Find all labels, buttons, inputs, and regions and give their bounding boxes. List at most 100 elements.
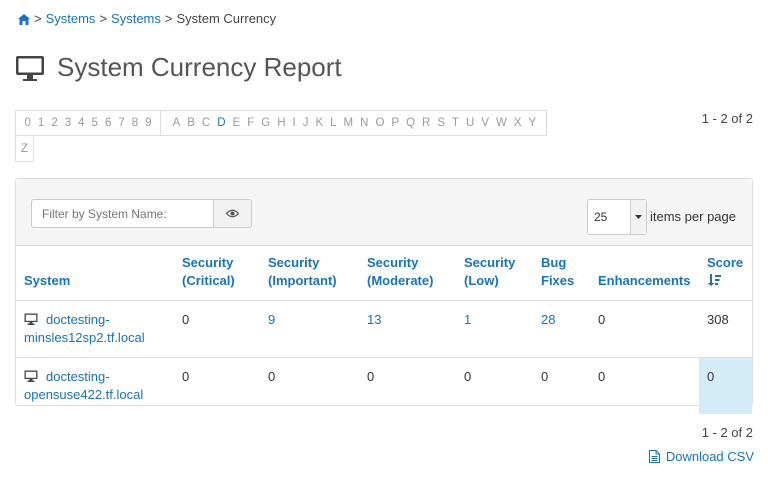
alpha-item: 1: [37, 117, 45, 129]
system-icon: [24, 370, 38, 382]
alpha-item: I: [292, 117, 296, 129]
breadcrumb-separator: >: [34, 11, 42, 26]
alpha-item: U: [466, 117, 475, 129]
alpha-item: T: [452, 117, 460, 129]
system-link[interactable]: doctesting-minsles12sp2.tf.local: [24, 312, 145, 345]
alpha-item: K: [315, 117, 324, 129]
alpha-item: O: [375, 117, 385, 129]
col-security-critical[interactable]: Security (Critical): [174, 246, 260, 301]
alpha-item: G: [261, 117, 271, 129]
page-header: System Currency Report: [15, 52, 342, 83]
currency-table: System Security (Critical) Security (Impor…: [16, 246, 752, 414]
system-link[interactable]: doctesting-opensuse422.tf.local: [24, 369, 143, 402]
important-cell: 0: [268, 369, 276, 384]
breadcrumb: > Systems > Systems > System Currency: [18, 11, 276, 26]
table-header-row: System Security (Critical) Security (Impor…: [16, 246, 752, 301]
critical-cell: 0: [174, 300, 260, 358]
enhancements-cell: 0: [590, 300, 699, 358]
alpha-item: H: [277, 117, 286, 129]
table-row: doctesting-minsles12sp2.tf.local 0 9 13 …: [16, 300, 752, 358]
items-per-page-select[interactable]: 25: [587, 199, 647, 235]
breadcrumb-systems-1[interactable]: Systems: [46, 11, 96, 26]
critical-cell: 0: [182, 369, 190, 384]
breadcrumb-separator: >: [99, 11, 108, 26]
enhancements-cell: 0: [598, 369, 606, 384]
letter-group: A B C D E F G H I J K L M N O P Q R S T …: [161, 110, 548, 136]
moderate-link[interactable]: 13: [367, 312, 381, 327]
alpha-item: C: [201, 117, 211, 129]
low-cell: 0: [464, 369, 472, 384]
col-enhancements[interactable]: Enhancements: [590, 246, 699, 301]
bug-cell: 28: [533, 300, 590, 358]
system-cell: doctesting-opensuse422.tf.local: [16, 358, 174, 415]
items-per-page-value: 25: [594, 210, 608, 224]
alpha-item: W: [496, 117, 507, 129]
items-per-page-label: items per page: [650, 209, 736, 224]
alpha-item: S: [437, 117, 445, 129]
alpha-item: Y: [528, 117, 537, 129]
chevron-down-icon: [630, 200, 646, 234]
digit-group: 0 1 2 3 4 5 6 7 8 9: [15, 110, 162, 136]
col-security-low[interactable]: Security (Low): [456, 246, 533, 301]
low-link[interactable]: 1: [464, 312, 471, 327]
bug-cell: 0: [541, 369, 549, 384]
alpha-item: 3: [64, 117, 72, 129]
csv-file-icon: [648, 450, 660, 463]
moderate-cell: 13: [359, 300, 456, 358]
alpha-item: N: [360, 117, 369, 129]
bug-link[interactable]: 28: [541, 312, 555, 327]
alpha-item: Q: [406, 117, 416, 129]
score-cell: 0: [699, 357, 752, 414]
eye-icon: [226, 209, 239, 218]
alpha-item: E: [232, 117, 241, 129]
alpha-item: P: [391, 117, 400, 129]
desktop-icon: [16, 55, 44, 81]
alpha-item: 4: [78, 117, 85, 129]
system-filter-input[interactable]: [31, 199, 213, 228]
alpha-item: V: [481, 117, 490, 129]
alpha-item: X: [513, 117, 522, 129]
alpha-link-d[interactable]: D: [217, 117, 225, 129]
col-system[interactable]: System: [16, 246, 174, 301]
alpha-item: 2: [51, 117, 58, 129]
pagination-summary-top: 1 - 2 of 2: [701, 111, 753, 126]
report-panel: 25 items per page System Security(Critic…: [15, 178, 753, 414]
filter-button[interactable]: [213, 199, 252, 228]
alpha-item: L: [330, 117, 337, 129]
moderate-cell: 0: [367, 369, 375, 384]
alpha-item: 5: [91, 117, 98, 129]
alpha-item: 7: [118, 117, 125, 129]
alpha-item: Z: [15, 136, 34, 162]
alpha-item: A: [172, 117, 181, 129]
alpha-item: 0: [24, 117, 31, 129]
score-cell: 308: [699, 300, 752, 358]
sort-descending-icon: [707, 274, 721, 286]
home-icon[interactable]: [18, 14, 30, 25]
col-score[interactable]: Score: [699, 246, 752, 301]
table-row: doctesting-opensuse422.tf.local 0 0 0 0 …: [16, 357, 752, 415]
col-security-moderate[interactable]: Security (Moderate): [359, 246, 456, 301]
alpha-item: 9: [145, 117, 152, 129]
breadcrumb-separator: >: [164, 11, 173, 26]
alpha-item: B: [187, 117, 195, 129]
pagination-summary-bottom: 1 - 2 of 2: [701, 425, 753, 440]
alpha-item: M: [343, 117, 354, 129]
alpha-item: R: [422, 117, 431, 129]
system-icon: [24, 313, 38, 325]
download-csv-label: Download CSV: [665, 449, 754, 464]
page-title: System Currency Report: [57, 52, 342, 82]
important-link[interactable]: 9: [268, 312, 275, 327]
alpha-item: 8: [131, 117, 139, 129]
breadcrumb-current: System Currency: [176, 11, 277, 26]
download-csv-link[interactable]: Download CSV: [648, 449, 754, 464]
alpha-item: F: [247, 117, 255, 129]
breadcrumb-systems-2[interactable]: Systems: [111, 11, 161, 26]
alphabet-filter: 0 1 2 3 4 5 6 7 8 9 A B C D E F G H I J …: [15, 110, 551, 162]
alpha-item: J: [302, 117, 309, 129]
col-bug-fixes[interactable]: Bug Fixes: [533, 246, 590, 301]
alpha-item: 6: [104, 117, 112, 129]
system-cell: doctesting-minsles12sp2.tf.local: [16, 300, 174, 358]
col-security-important[interactable]: Security (Important): [260, 246, 359, 301]
important-cell: 9: [260, 300, 359, 358]
low-cell: 1: [456, 300, 533, 358]
